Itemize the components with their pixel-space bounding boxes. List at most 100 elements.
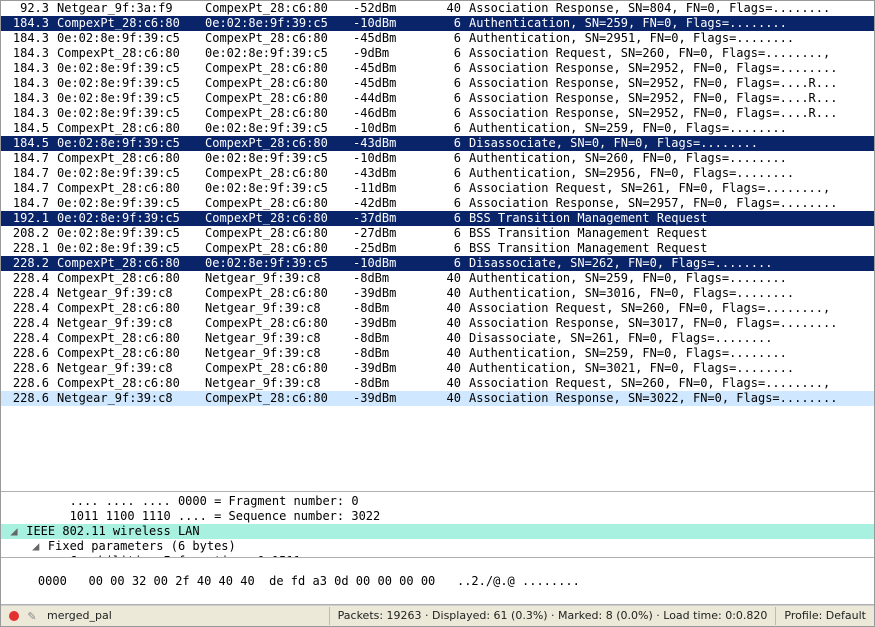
packet-info: Association Response, SN=2957, FN=0, Fla… (465, 196, 874, 211)
packet-destination: 0e:02:8e:9f:39:c5 (201, 121, 349, 136)
packet-destination: 0e:02:8e:9f:39:c5 (201, 16, 349, 31)
packet-info: Authentication, SN=259, FN=0, Flags=....… (465, 121, 874, 136)
detail-tree-row[interactable]: ◢ Fixed parameters (6 bytes) (1, 539, 874, 554)
table-row[interactable]: 228.4Netgear_9f:39:c8CompexPt_28:c6:80-3… (1, 316, 874, 331)
detail-tree-row[interactable]: 1011 1100 1110 .... = Sequence number: 3… (1, 509, 874, 524)
status-profile[interactable]: Profile: Default (775, 607, 874, 625)
packet-rssi: -8dBm (349, 376, 417, 391)
table-row[interactable]: 184.30e:02:8e:9f:39:c5CompexPt_28:c6:80-… (1, 31, 874, 46)
table-row[interactable]: 228.4Netgear_9f:39:c8CompexPt_28:c6:80-3… (1, 286, 874, 301)
table-row[interactable]: 184.5CompexPt_28:c6:800e:02:8e:9f:39:c5-… (1, 121, 874, 136)
expand-open-icon[interactable]: ◢ (9, 524, 19, 539)
packet-destination: 0e:02:8e:9f:39:c5 (201, 151, 349, 166)
table-row[interactable]: 184.50e:02:8e:9f:39:c5CompexPt_28:c6:80-… (1, 136, 874, 151)
packet-info: BSS Transition Management Request (465, 226, 874, 241)
packet-source: CompexPt_28:c6:80 (53, 346, 201, 361)
table-row[interactable]: 228.4CompexPt_28:c6:80Netgear_9f:39:c8-8… (1, 301, 874, 316)
packet-length: 6 (417, 151, 465, 166)
packet-rssi: -9dBm (349, 46, 417, 61)
packet-time: 228.6 (1, 376, 53, 391)
packet-destination: Netgear_9f:39:c8 (201, 301, 349, 316)
packet-info: Authentication, SN=260, FN=0, Flags=....… (465, 151, 874, 166)
packet-rssi: -46dBm (349, 106, 417, 121)
packet-time: 184.3 (1, 61, 53, 76)
table-row[interactable]: 184.3CompexPt_28:c6:800e:02:8e:9f:39:c5-… (1, 46, 874, 61)
table-row[interactable]: 228.6Netgear_9f:39:c8CompexPt_28:c6:80-3… (1, 391, 874, 406)
packet-destination: Netgear_9f:39:c8 (201, 331, 349, 346)
table-row[interactable]: 184.30e:02:8e:9f:39:c5CompexPt_28:c6:80-… (1, 61, 874, 76)
packet-info: Association Response, SN=3017, FN=0, Fla… (465, 316, 874, 331)
packet-rssi: -8dBm (349, 271, 417, 286)
packet-source: CompexPt_28:c6:80 (53, 16, 201, 31)
packet-destination: CompexPt_28:c6:80 (201, 241, 349, 256)
table-row[interactable]: 228.6CompexPt_28:c6:80Netgear_9f:39:c8-8… (1, 376, 874, 391)
packet-time: 184.3 (1, 31, 53, 46)
detail-tree-row[interactable]: .... .... .... 0000 = Fragment number: 0 (1, 494, 874, 509)
packet-length: 40 (417, 331, 465, 346)
table-row[interactable]: 228.4CompexPt_28:c6:80Netgear_9f:39:c8-8… (1, 331, 874, 346)
table-row[interactable]: 228.2CompexPt_28:c6:800e:02:8e:9f:39:c5-… (1, 256, 874, 271)
packet-source: CompexPt_28:c6:80 (53, 331, 201, 346)
packet-rssi: -43dBm (349, 166, 417, 181)
packet-destination: CompexPt_28:c6:80 (201, 286, 349, 301)
table-row[interactable]: 184.70e:02:8e:9f:39:c5CompexPt_28:c6:80-… (1, 166, 874, 181)
packet-rssi: -8dBm (349, 331, 417, 346)
packet-list-pane[interactable]: 92.3Netgear_9f:3a:f9CompexPt_28:c6:80-52… (1, 1, 874, 492)
packet-destination: CompexPt_28:c6:80 (201, 76, 349, 91)
packet-source: 0e:02:8e:9f:39:c5 (53, 241, 201, 256)
packet-destination: CompexPt_28:c6:80 (201, 316, 349, 331)
packet-rssi: -39dBm (349, 316, 417, 331)
packet-time: 184.7 (1, 151, 53, 166)
packet-time: 192.1 (1, 211, 53, 226)
status-file[interactable]: merged_pal (39, 607, 120, 625)
table-row[interactable]: 184.70e:02:8e:9f:39:c5CompexPt_28:c6:80-… (1, 196, 874, 211)
table-row[interactable]: 184.30e:02:8e:9f:39:c5CompexPt_28:c6:80-… (1, 76, 874, 91)
packet-info: Association Response, SN=2952, FN=0, Fla… (465, 106, 874, 121)
packet-rssi: -10dBm (349, 121, 417, 136)
packet-time: 228.4 (1, 301, 53, 316)
packet-rssi: -8dBm (349, 346, 417, 361)
packet-time: 184.7 (1, 181, 53, 196)
packet-rssi: -45dBm (349, 61, 417, 76)
packet-length: 40 (417, 376, 465, 391)
packet-source: CompexPt_28:c6:80 (53, 46, 201, 61)
status-packet-counts: Packets: 19263 · Displayed: 61 (0.3%) · … (329, 607, 776, 625)
packet-rssi: -11dBm (349, 181, 417, 196)
packet-time: 228.6 (1, 361, 53, 376)
table-row[interactable]: 184.30e:02:8e:9f:39:c5CompexPt_28:c6:80-… (1, 91, 874, 106)
packet-bytes-pane[interactable]: 0000 00 00 32 00 2f 40 40 40 de fd a3 0d… (1, 558, 874, 605)
table-row[interactable]: 184.30e:02:8e:9f:39:c5CompexPt_28:c6:80-… (1, 106, 874, 121)
table-row[interactable]: 192.10e:02:8e:9f:39:c5CompexPt_28:c6:80-… (1, 211, 874, 226)
table-row[interactable]: 184.7CompexPt_28:c6:800e:02:8e:9f:39:c5-… (1, 181, 874, 196)
table-row[interactable]: 184.7CompexPt_28:c6:800e:02:8e:9f:39:c5-… (1, 151, 874, 166)
table-row[interactable]: 184.3CompexPt_28:c6:800e:02:8e:9f:39:c5-… (1, 16, 874, 31)
packet-info: Association Response, SN=804, FN=0, Flag… (465, 1, 874, 16)
packet-details-pane[interactable]: .... .... .... 0000 = Fragment number: 0… (1, 492, 874, 558)
packet-destination: CompexPt_28:c6:80 (201, 1, 349, 16)
packet-destination: CompexPt_28:c6:80 (201, 136, 349, 151)
packet-length: 40 (417, 316, 465, 331)
table-row[interactable]: 228.6CompexPt_28:c6:80Netgear_9f:39:c8-8… (1, 346, 874, 361)
packet-source: Netgear_9f:3a:f9 (53, 1, 201, 16)
packet-length: 6 (417, 256, 465, 271)
detail-text: .... .... .... 0000 = Fragment number: 0 (62, 494, 358, 508)
table-row[interactable]: 228.10e:02:8e:9f:39:c5CompexPt_28:c6:80-… (1, 241, 874, 256)
detail-tree-row[interactable]: ◢ IEEE 802.11 wireless LAN (1, 524, 874, 539)
table-row[interactable]: 228.4CompexPt_28:c6:80Netgear_9f:39:c8-8… (1, 271, 874, 286)
edit-icon[interactable]: ✎ (25, 610, 39, 623)
packet-destination: 0e:02:8e:9f:39:c5 (201, 181, 349, 196)
capture-stop-icon[interactable] (9, 611, 19, 621)
table-row[interactable]: 228.6Netgear_9f:39:c8CompexPt_28:c6:80-3… (1, 361, 874, 376)
status-bar: ✎ merged_pal Packets: 19263 · Displayed:… (1, 605, 874, 626)
packet-info: Authentication, SN=3021, FN=0, Flags=...… (465, 361, 874, 376)
expand-open-icon[interactable]: ◢ (31, 539, 41, 554)
packet-length: 6 (417, 121, 465, 136)
packet-time: 184.3 (1, 46, 53, 61)
packet-info: Disassociate, SN=261, FN=0, Flags=......… (465, 331, 874, 346)
packet-time: 184.3 (1, 76, 53, 91)
table-row[interactable]: 92.3Netgear_9f:3a:f9CompexPt_28:c6:80-52… (1, 1, 874, 16)
packet-destination: CompexPt_28:c6:80 (201, 91, 349, 106)
packet-time: 184.7 (1, 196, 53, 211)
table-row[interactable]: 208.20e:02:8e:9f:39:c5CompexPt_28:c6:80-… (1, 226, 874, 241)
packet-time: 228.2 (1, 256, 53, 271)
